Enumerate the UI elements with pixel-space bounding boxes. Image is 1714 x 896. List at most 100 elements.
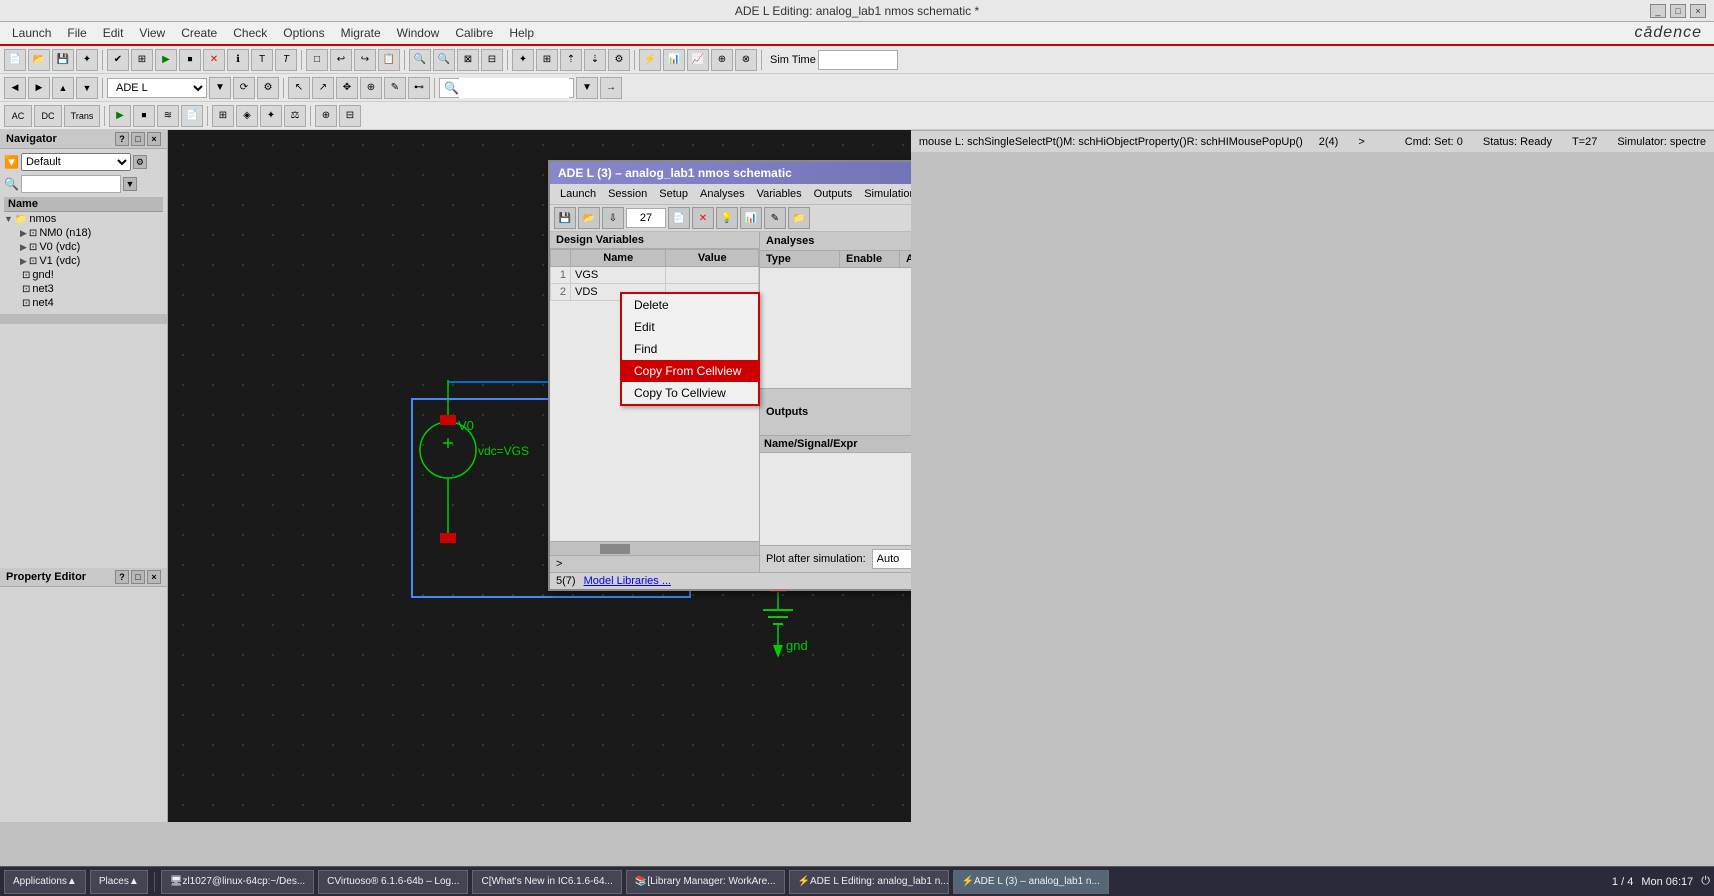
tb-move-btn[interactable]: ✥ (336, 77, 358, 99)
tb-sim2-btn[interactable]: 📊 (663, 49, 685, 71)
pe-float-btn[interactable]: □ (131, 570, 145, 584)
ade-menu-analyses[interactable]: Analyses (694, 186, 751, 202)
tb-undo-btn[interactable]: ↩ (330, 49, 352, 71)
ctx-copy-from[interactable]: Copy From Cellview (622, 360, 758, 382)
nav-node-nmos[interactable]: ▼ 📁 nmos (4, 212, 163, 226)
tb-fwd-btn[interactable]: ▶ (28, 77, 50, 99)
plot-after-select[interactable]: Auto Always Never (872, 549, 911, 569)
maximize-btn[interactable]: □ (1670, 4, 1686, 18)
ctx-copy-to[interactable]: Copy To Cellview (622, 382, 758, 404)
tb-sim1-btn[interactable]: ⚡ (639, 49, 661, 71)
tb-stretch-btn[interactable]: ⊷ (408, 77, 430, 99)
tb-sim3-btn[interactable]: 📈 (687, 49, 709, 71)
search-input[interactable] (459, 78, 569, 98)
tb-del-btn[interactable]: ✕ (203, 49, 225, 71)
ade-model-lib[interactable]: Model Libraries ... (584, 575, 671, 587)
dv-row1-name[interactable]: VGS (571, 267, 666, 284)
tb-zoom-prev-btn[interactable]: ⊟ (481, 49, 503, 71)
tb-sim4-btn[interactable]: ⊕ (711, 49, 733, 71)
tb-grid-btn[interactable]: ⊞ (536, 49, 558, 71)
tb-select2-btn[interactable]: ↗ (312, 77, 334, 99)
dv-hscrollbar-thumb[interactable] (600, 544, 630, 554)
nav-node-nm0[interactable]: ▶ ⊡ NM0 (n18) (4, 226, 163, 240)
tb-prop-btn[interactable]: ⚙ (608, 49, 630, 71)
taskbar-task-6[interactable]: ⚡ ADE L (3) – analog_lab1 n... (953, 870, 1109, 894)
tb-stop-btn[interactable]: ⏹ (179, 49, 201, 71)
menu-check[interactable]: Check (225, 24, 275, 42)
nav-help-btn[interactable]: ? (115, 132, 129, 146)
nav-search-input[interactable] (21, 175, 121, 193)
menu-file[interactable]: File (59, 24, 94, 42)
taskbar-places-btn[interactable]: Places ▲ (90, 870, 148, 894)
nav-node-net3[interactable]: ⊡ net3 (4, 282, 163, 296)
tb-snap-btn[interactable]: ✦ (512, 49, 534, 71)
nav-close-btn[interactable]: × (147, 132, 161, 146)
ade-tb-open-btn[interactable]: 📂 (578, 207, 600, 229)
ade-menu-variables[interactable]: Variables (751, 186, 808, 202)
tb-edit-btn[interactable]: ✎ (384, 77, 406, 99)
tb-spec-btn[interactable]: ⚖ (284, 105, 306, 127)
ade-menu-launch[interactable]: Launch (554, 186, 602, 202)
tb-move2-btn[interactable]: ⊕ (360, 77, 382, 99)
menu-view[interactable]: View (131, 24, 173, 42)
tb-run-btn[interactable]: ▶ (155, 49, 177, 71)
tb-netlst-btn[interactable]: ⊞ (131, 49, 153, 71)
tb-config-btn[interactable]: ⚙ (257, 77, 279, 99)
tb-sim5-btn[interactable]: ⊗ (735, 49, 757, 71)
ctx-find[interactable]: Find (622, 338, 758, 360)
menu-options[interactable]: Options (275, 24, 332, 42)
ade-menu-simulation[interactable]: Simulation (858, 186, 911, 202)
tb-ruler-btn[interactable]: ⊟ (339, 105, 361, 127)
ade-tb-edit-btn[interactable]: ✎ (764, 207, 786, 229)
menu-edit[interactable]: Edit (95, 24, 132, 42)
ade-tb-num-input[interactable] (626, 208, 666, 228)
tb-select-btn[interactable]: ↖ (288, 77, 310, 99)
nav-scrollbar[interactable] (0, 314, 167, 324)
tb-mode-btn[interactable]: ▼ (209, 77, 231, 99)
taskbar-task-4[interactable]: 📚 [Library Manager: WorkAre... (626, 870, 785, 894)
tb-back-btn[interactable]: ◀ (4, 77, 26, 99)
dv-hscrollbar[interactable] (550, 541, 759, 555)
tb-run2-btn[interactable]: ▶ (109, 105, 131, 127)
taskbar-task-1[interactable]: 🖥 zl1027@linux-64cp:~/Des... (161, 870, 314, 894)
ade-tb-stop-btn[interactable]: ✕ (692, 207, 714, 229)
tb-text2-btn[interactable]: T (275, 49, 297, 71)
ade-dialog-title[interactable]: ADE L (3) – analog_lab1 nmos schematic _… (550, 162, 911, 184)
dv-row1-value[interactable] (666, 267, 759, 284)
ctx-delete[interactable]: Delete (622, 294, 758, 316)
sim-time-input[interactable] (818, 50, 898, 70)
ade-menu-setup[interactable]: Setup (653, 186, 694, 202)
tb-paste-btn[interactable]: 📋 (378, 49, 400, 71)
ade-tb-load-btn[interactable]: 📁 (788, 207, 810, 229)
taskbar-applications-btn[interactable]: Applications ▲ (4, 870, 86, 894)
tb-anno-btn[interactable]: ✦ (260, 105, 282, 127)
tb-save-btn[interactable]: 💾 (52, 49, 74, 71)
window-controls[interactable]: _ □ × (1650, 4, 1706, 18)
nav-filter-select[interactable]: Default (21, 153, 131, 171)
nav-filter-opts-btn[interactable]: ⚙ (133, 155, 147, 169)
tb-search-opts-btn[interactable]: ▼ (576, 77, 598, 99)
ade-tb-netlist-btn[interactable]: 📄 (668, 207, 690, 229)
ctx-edit[interactable]: Edit (622, 316, 758, 338)
tb-dc-btn[interactable]: DC (34, 105, 62, 127)
nav-node-v1[interactable]: ▶ ⊡ V1 (vdc) (4, 254, 163, 268)
nav-search-opts-btn[interactable]: ▼ (123, 177, 137, 191)
schematic-canvas[interactable]: V0 vdc=VGS gnd A (168, 130, 911, 822)
ade-tb-result-btn[interactable]: 📊 (740, 207, 762, 229)
tb-save-as-btn[interactable]: ✦ (76, 49, 98, 71)
taskbar-task-5[interactable]: ⚡ ADE L Editing: analog_lab1 n... (789, 870, 949, 894)
tb-hier-dn-btn[interactable]: ⇣ (584, 49, 606, 71)
ade-tb-save-btn[interactable]: 💾 (554, 207, 576, 229)
tb-marker-btn[interactable]: ⊕ (315, 105, 337, 127)
nav-node-net4[interactable]: ⊡ net4 (4, 296, 163, 310)
tb-netlist-btn[interactable]: 📄 (181, 105, 203, 127)
menu-launch[interactable]: Launch (4, 24, 59, 42)
menu-calibre[interactable]: Calibre (447, 24, 501, 42)
tb-zoom-fit-btn[interactable]: ⊠ (457, 49, 479, 71)
menu-help[interactable]: Help (501, 24, 542, 42)
pe-close-btn[interactable]: × (147, 570, 161, 584)
tb-redo-btn[interactable]: ↪ (354, 49, 376, 71)
pe-help-btn[interactable]: ? (115, 570, 129, 584)
minimize-btn[interactable]: _ (1650, 4, 1666, 18)
nav-node-v0[interactable]: ▶ ⊡ V0 (vdc) (4, 240, 163, 254)
